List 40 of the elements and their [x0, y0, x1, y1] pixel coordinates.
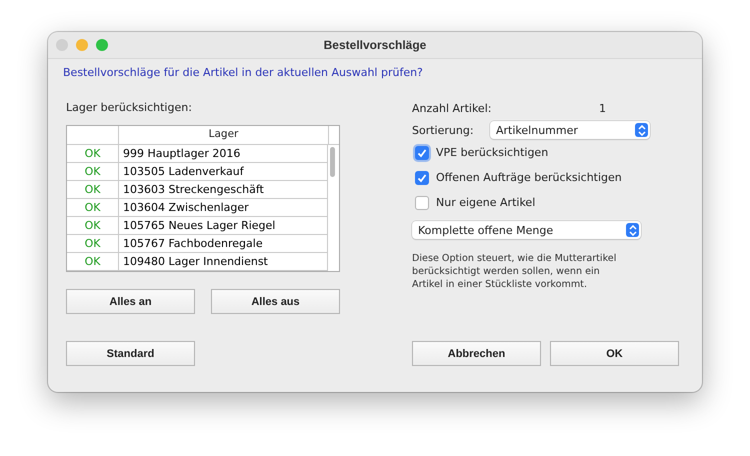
dialog-button[interactable]: Abbrechen: [412, 341, 541, 366]
status-cell: OK: [67, 163, 119, 181]
zoom-button[interactable]: [96, 39, 108, 51]
lager-label: Lager berücksichtigen:: [66, 101, 193, 115]
lager-cell: 103505 Ladenverkauf: [119, 163, 328, 181]
status-cell: OK: [67, 181, 119, 199]
close-button[interactable]: [56, 39, 68, 51]
lager-cell: 999 Hauptlager 2016: [119, 145, 328, 163]
lager-cell: 109480 Lager Innendienst: [119, 253, 328, 271]
prompt-text: Bestellvorschläge für die Artikel in der aktuellen Auswahl prüfen?: [62, 65, 424, 81]
description-text: Diese Option steuert, wie die Mutterartikel berücksichtigt werden sollen, wenn ein Artikel in einer Stückliste vorkommt.: [412, 252, 618, 291]
sort-dropdown[interactable]: Artikelnummer: [490, 121, 650, 139]
scrollbar-thumb[interactable]: [330, 147, 335, 177]
sort-label: Sortierung:: [412, 124, 475, 136]
lager-cell: 105765 Neues Lager Riegel: [119, 217, 328, 235]
chevron-updown-icon: [635, 123, 648, 137]
column-header[interactable]: Lager: [119, 126, 329, 144]
count-label: Anzahl Artikel:: [412, 102, 490, 114]
checkbox[interactable]: [415, 170, 429, 184]
count-value: 1: [599, 102, 606, 114]
status-cell: OK: [67, 199, 119, 217]
lager-cell: 105767 Fachbodenregale: [119, 235, 328, 253]
checkbox-label[interactable]: Offenen Aufträge berücksichtigen: [436, 171, 622, 184]
standard-button[interactable]: Standard: [66, 341, 195, 366]
dialog-button[interactable]: OK: [550, 341, 679, 366]
toggle-all-button[interactable]: Alles an: [66, 289, 195, 314]
quantity-dropdown[interactable]: Komplette offene Menge: [412, 221, 641, 239]
checkbox-label[interactable]: Nur eigene Artikel: [436, 196, 536, 209]
status-cell: OK: [67, 235, 119, 253]
minimize-button[interactable]: [76, 39, 88, 51]
checkbox[interactable]: [415, 196, 429, 210]
checkbox-label[interactable]: VPE berücksichtigen: [436, 146, 548, 159]
window-title: Bestellvorschläge: [324, 38, 426, 52]
status-cell: OK: [67, 217, 119, 235]
chevron-updown-icon: [626, 223, 639, 237]
status-cell: OK: [67, 145, 119, 163]
lager-cell: 103604 Zwischenlager: [119, 199, 328, 217]
toggle-all-button[interactable]: Alles aus: [211, 289, 340, 314]
status-cell: OK: [67, 253, 119, 271]
lager-cell: 103603 Streckengeschäft: [119, 181, 328, 199]
